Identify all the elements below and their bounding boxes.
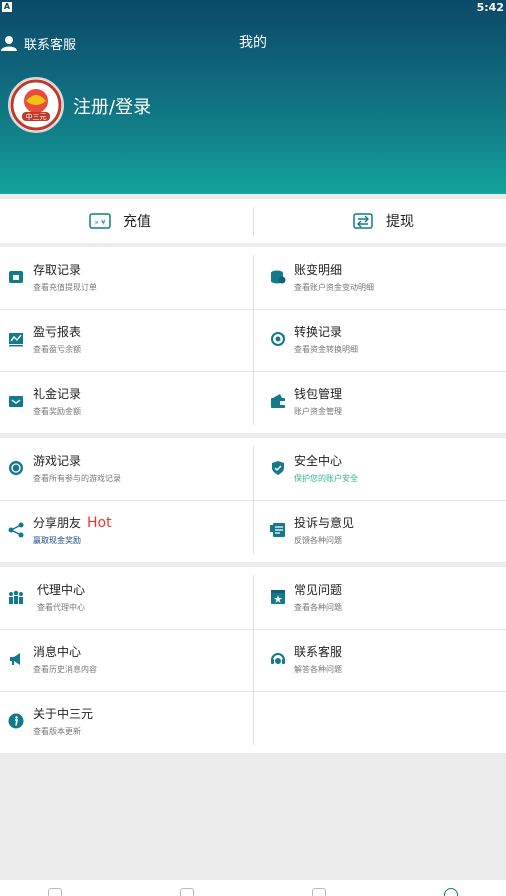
svg-text:» ¥: » ¥ [95,219,107,227]
menu-subtitle: 查看版本更新 [33,727,81,736]
menu-subtitle: 解答各种问题 [294,665,342,674]
divider [253,207,254,235]
menu-message-center[interactable]: 消息中心 查看历史消息内容 [0,629,252,691]
login-register-link[interactable]: 注册/登录 [73,93,151,119]
headset-icon [271,653,285,664]
menu-profit-report[interactable]: 盈亏报表 查看盈亏余额 [0,309,252,371]
menu-subtitle: 查看代理中心 [37,603,85,612]
status-time: 5:42 [476,1,504,14]
menu-subtitle: 查看历史消息内容 [33,665,97,674]
menu-faq[interactable]: 常见问题 查看各种问题 [254,567,506,629]
menu-title: 关于中三元 [33,707,94,721]
game-record-icon [9,461,23,475]
menu-security-center[interactable]: 安全中心 保护您的账户安全 [254,438,506,500]
menu-title: 投诉与意见 [294,516,355,530]
menu-title: 常见问题 [294,583,343,597]
menu-subtitle: 账户资金管理 [294,407,342,416]
wallet-actions: » ¥ 充值 提现 [0,199,506,243]
menu-title: 代理中心 [37,583,86,597]
coins-icon [271,270,286,284]
chart-icon [9,333,23,347]
menu-group-support: 代理中心 查看代理中心 常见问题 查看各种问题 消息中心 查看历史消息内容 联系… [0,567,506,753]
records-tab-icon[interactable] [180,888,194,896]
menu-group-records: 存取记录 查看充值提现订单 账变明细 查看账户资金变动明细 盈亏报表 查看盈亏余… [0,247,506,433]
menu-title: 存取记录 [33,263,82,277]
withdraw-label: 提现 [386,214,414,230]
share-icon [8,522,24,538]
menu-subtitle: 查看所有参与的游戏记录 [33,474,121,483]
menu-subtitle: 反馈各种问题 [294,536,342,545]
withdraw-button[interactable]: 提现 [352,199,414,243]
menu-subtitle: 查看充值提现订单 [33,283,97,292]
menu-title: 钱包管理 [294,387,343,401]
logo-text: 中三元 [26,112,47,121]
notification-badge-icon: A [2,2,12,12]
menu-subtitle: 查看资金转换明细 [294,345,358,354]
brand-logo-icon: 中三元 [10,79,62,131]
feedback-icon [270,523,285,537]
menu-title: 盈亏报表 [33,325,82,339]
menu-subtitle: 查看账户资金变动明细 [294,283,374,292]
menu-subtitle: 查看奖励金额 [33,407,81,416]
menu-agent-center[interactable]: 代理中心 查看代理中心 [0,567,252,629]
status-bar: A 5:42 [0,0,506,16]
deposit-icon [9,271,23,283]
menu-title: 消息中心 [33,645,82,659]
profile-tab-icon[interactable] [444,888,458,896]
menu-title: 账变明细 [294,263,343,277]
menu-account-changes[interactable]: 账变明细 查看账户资金变动明细 [254,247,506,309]
profile-header: A 5:42 联系客服 我的 中三元 注册/登录 [0,0,506,194]
page-title: 我的 [239,35,267,51]
transfer-icon [271,332,285,346]
menu-gift-records[interactable]: 礼金记录 查看奖励金额 [0,371,252,433]
share-title: 分享朋友 [33,516,82,530]
menu-title: 联系客服 [294,645,343,659]
recharge-label: 充值 [123,214,151,230]
shield-icon [272,461,284,475]
menu-game-records[interactable]: 游戏记录 查看所有参与的游戏记录 [0,438,252,500]
hot-badge: Hot [87,515,112,531]
menu-title: 礼金记录 [33,387,82,401]
menu-complaints[interactable]: 投诉与意见 反馈各种问题 [254,500,506,562]
menu-subtitle: 查看盈亏余额 [33,345,81,354]
menu-title: 游戏记录 [33,454,82,468]
menu-title: 转换记录 [294,325,343,339]
menu-group-game: 游戏记录 查看所有参与的游戏记录 安全中心 保护您的账户安全 分享朋友 Hot 赢… [0,438,506,562]
menu-about[interactable]: 关于中三元 查看版本更新 [0,691,252,753]
info-icon [8,713,24,729]
team-icon [9,590,23,604]
menu-title: 安全中心 [294,454,343,468]
wallet-icon [271,394,285,408]
withdraw-icon [353,213,373,229]
gift-icon [9,396,23,407]
avatar[interactable]: 中三元 [8,77,64,133]
recharge-button[interactable]: » ¥ 充值 [89,199,151,243]
megaphone-icon [10,653,20,665]
home-tab-icon[interactable] [48,888,62,896]
menu-share-friends[interactable]: 分享朋友 Hot 赢取现金奖励 [0,500,252,562]
faq-icon [271,590,285,604]
menu-transfer-records[interactable]: 转换记录 查看资金转换明细 [254,309,506,371]
menu-title: 分享朋友 Hot [33,514,112,531]
recharge-icon: » ¥ [89,213,111,229]
bottom-tab-bar [0,880,506,896]
menu-contact-support[interactable]: 联系客服 解答各种问题 [254,629,506,691]
menu-wallet-management[interactable]: 钱包管理 账户资金管理 [254,371,506,433]
menu-subtitle: 查看各种问题 [294,603,342,612]
orders-tab-icon[interactable] [312,888,326,896]
menu-subtitle: 赢取现金奖励 [33,536,81,545]
menu-deposit-records[interactable]: 存取记录 查看充值提现订单 [0,247,252,309]
menu-subtitle: 保护您的账户安全 [294,474,358,483]
